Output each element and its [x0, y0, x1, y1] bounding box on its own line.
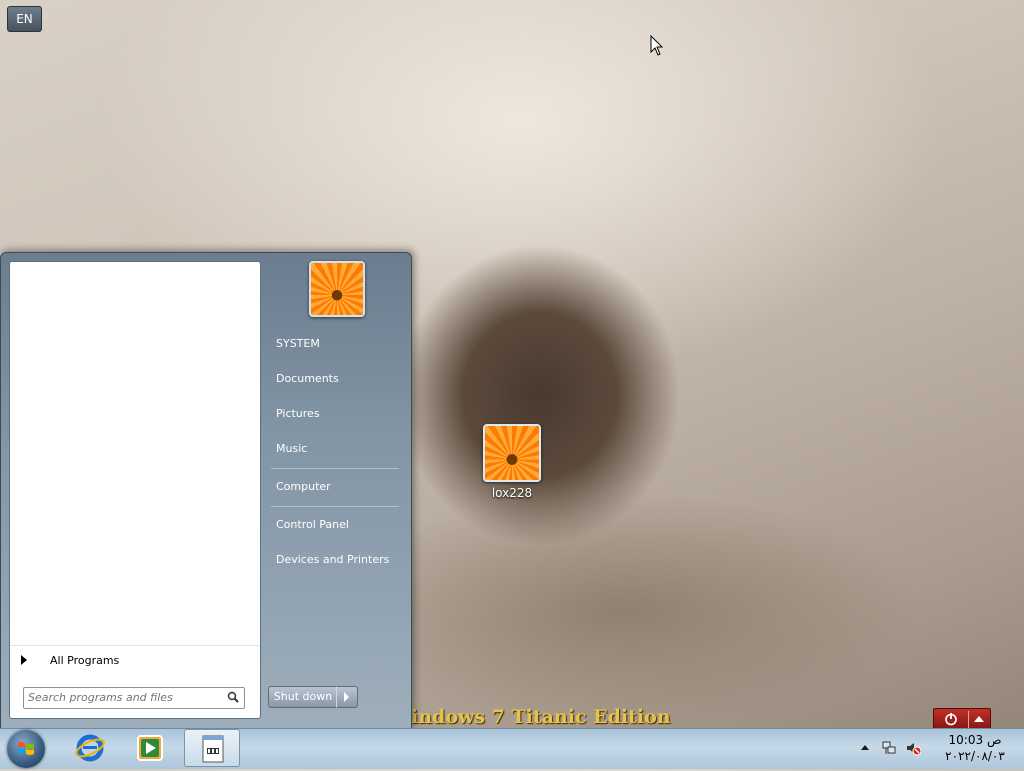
start-link-music[interactable]: Music [267, 435, 403, 463]
search-box[interactable] [23, 687, 245, 709]
start-link-system[interactable]: SYSTEM [267, 330, 403, 358]
wallpaper-watermark: indows 7 Titanic Edition [411, 706, 671, 728]
all-programs-button[interactable]: All Programs [10, 645, 260, 674]
network-icon[interactable] [881, 740, 897, 756]
flower-user-icon [483, 424, 541, 482]
desktop-icon-label: lox228 [491, 486, 533, 500]
shutdown-options-button[interactable] [336, 686, 358, 708]
start-link-computer[interactable]: Computer [267, 473, 403, 501]
media-player-icon [137, 735, 163, 761]
start-button[interactable] [7, 730, 45, 768]
all-programs-label: All Programs [50, 654, 120, 667]
start-link-documents[interactable]: Documents [267, 365, 403, 393]
divider [968, 711, 969, 729]
language-indicator[interactable]: EN [7, 6, 42, 32]
windows-logo-icon [18, 742, 34, 755]
shutdown-button[interactable]: Shut down [268, 686, 338, 708]
taskbar-media-player[interactable] [122, 729, 178, 767]
taskbar-clock[interactable]: 10:03 ص ٢٠٢٢/٠٨/٠٣ [935, 732, 1015, 764]
notepad-icon [202, 735, 224, 763]
start-menu: All Programs SYSTEM Documents Pictures M… [0, 252, 412, 730]
programs-pane: All Programs [9, 261, 261, 719]
divider [271, 468, 399, 469]
start-link-control-panel[interactable]: Control Panel [267, 511, 403, 539]
clock-time: 10:03 ص [948, 733, 1002, 747]
search-input[interactable] [28, 689, 218, 705]
mouse-cursor-icon [650, 35, 664, 56]
search-icon[interactable] [227, 691, 239, 703]
power-icon [945, 713, 957, 726]
start-link-devices-printers[interactable]: Devices and Printers [267, 546, 403, 574]
clock-date: ٢٠٢٢/٠٨/٠٣ [945, 749, 1005, 763]
desktop-icon-lox228[interactable]: lox228 [478, 424, 546, 500]
start-link-pictures[interactable]: Pictures [267, 400, 403, 428]
show-hidden-icons-button[interactable] [861, 745, 869, 750]
internet-explorer-icon [75, 734, 105, 762]
chevron-right-icon [21, 655, 27, 665]
volume-muted-icon[interactable] [905, 740, 921, 756]
divider [271, 506, 399, 507]
user-picture[interactable] [309, 261, 365, 317]
taskbar-internet-explorer[interactable] [62, 729, 118, 767]
flower-user-icon [311, 263, 363, 315]
chevron-up-icon [974, 716, 984, 722]
chevron-right-icon [344, 692, 349, 702]
taskbar-notepad[interactable] [184, 729, 240, 767]
